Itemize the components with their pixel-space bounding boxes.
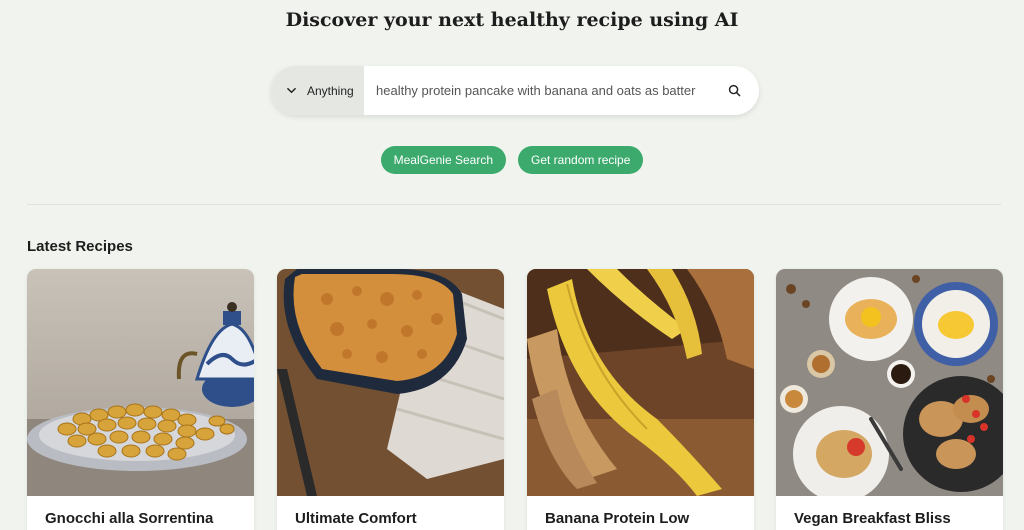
recipe-image-ultimate-comfort [277,269,504,496]
mealgenie-search-button[interactable]: MealGenie Search [380,146,506,174]
search-button[interactable] [709,66,759,115]
search-bar: Anything [271,66,759,115]
random-recipe-button[interactable]: Get random recipe [518,146,644,174]
title-prefix: Discover your next [285,9,491,31]
divider [27,204,1001,205]
latest-recipes-heading: Latest Recipes [27,238,133,255]
recipe-card-banana-protein[interactable]: Banana Protein Low [527,269,754,530]
chevron-down-icon [287,87,296,94]
recipe-title: Gnocchi alla Sorrentina [45,510,214,527]
recipe-card-gnocchi[interactable]: Gnocchi alla Sorrentina [27,269,254,530]
recipe-title: Ultimate Comfort [295,510,417,527]
title-suffix: recipe using AI [569,9,739,31]
recipe-title: Banana Protein Low [545,510,690,527]
recipe-card-vegan-breakfast[interactable]: Vegan Breakfast Bliss [776,269,1003,530]
category-label: Anything [307,83,354,98]
recipe-image-banana-protein [527,269,754,496]
category-dropdown[interactable]: Anything [271,66,364,115]
recipe-image-gnocchi [27,269,254,496]
title-emphasis: healthy [490,9,570,31]
search-input[interactable] [364,66,709,115]
recipe-card-ultimate-comfort[interactable]: Ultimate Comfort [277,269,504,530]
action-buttons: MealGenie Search Get random recipe [0,146,1024,174]
recipe-title: Vegan Breakfast Bliss [794,510,951,527]
page-title: Discover your next healthy recipe using … [0,9,1024,31]
recipe-image-vegan-breakfast [776,269,1003,496]
search-icon [728,84,740,97]
